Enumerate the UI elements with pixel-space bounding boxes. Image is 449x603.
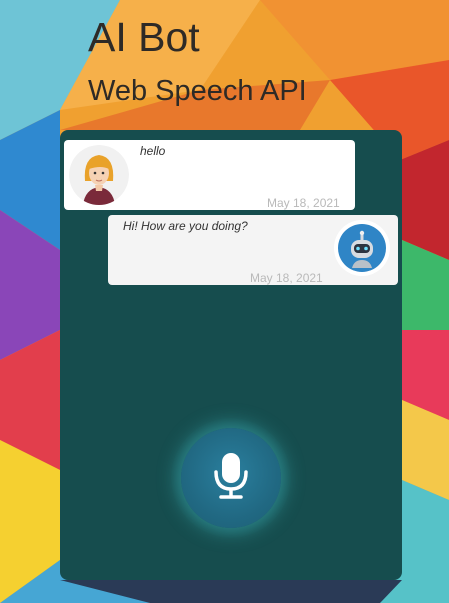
app-subtitle: Web Speech API [88,75,307,107]
user-avatar-icon [69,145,129,205]
message-text: Hi! How are you doing? [123,219,248,233]
message-text: hello [140,144,166,158]
bot-message: Hi! How are you doing? May 18, 2021 [108,215,398,285]
microphone-button[interactable] [181,428,281,528]
robot-avatar-icon [334,220,390,276]
app-title: AI Bot [88,14,200,60]
message-date: May 18, 2021 [250,271,323,285]
user-message: hello May 18, 2021 [64,140,355,210]
message-date: May 18, 2021 [267,196,340,210]
microphone-icon [214,453,248,499]
